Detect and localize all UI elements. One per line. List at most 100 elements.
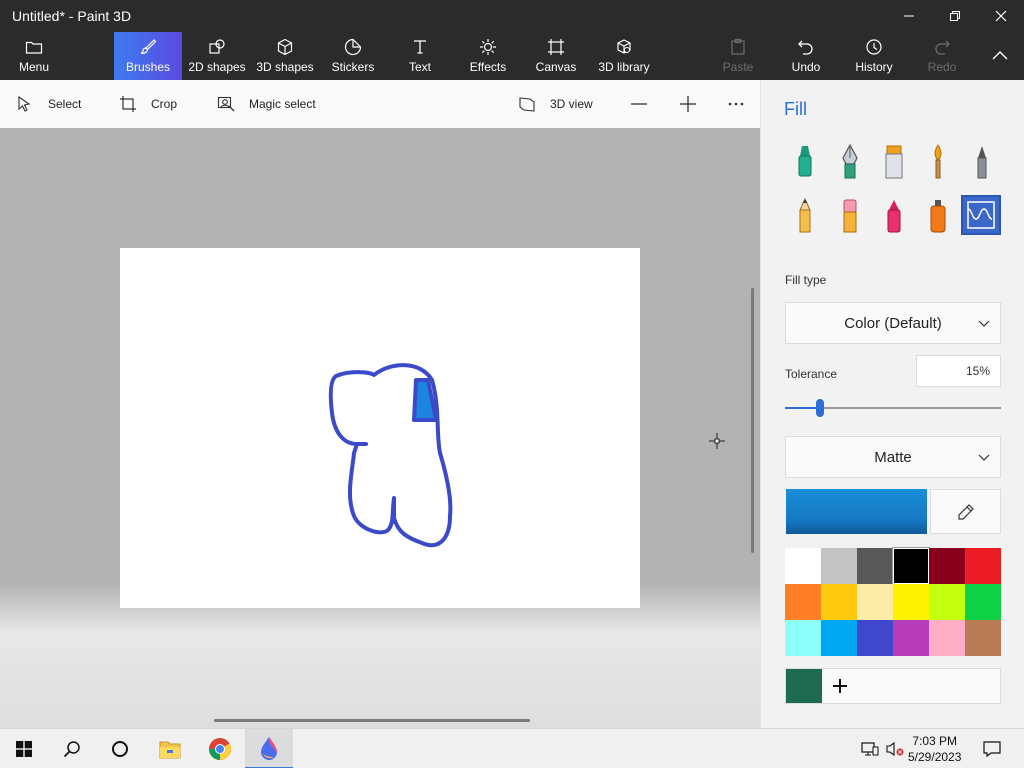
chrome-taskbar-app[interactable] (196, 729, 244, 768)
tolerance-slider-thumb[interactable] (815, 399, 824, 417)
close-button[interactable] (978, 0, 1024, 32)
3d-library-tab[interactable]: 3D library (594, 32, 654, 80)
paint-3d-taskbar-app[interactable] (245, 729, 293, 768)
tolerance-label: Tolerance (785, 367, 838, 381)
crop-label: Crop (151, 97, 178, 111)
pencil-brush[interactable] (785, 196, 825, 236)
text-tab[interactable]: Text (398, 32, 442, 80)
color-swatch[interactable] (893, 620, 929, 656)
clock-time: 7:03 PM (912, 734, 958, 748)
color-swatch[interactable] (821, 620, 857, 656)
spray-can-brush[interactable] (918, 196, 958, 236)
select-tool[interactable]: Select (16, 80, 81, 128)
color-swatch[interactable] (892, 547, 930, 585)
zoom-out-button[interactable] (630, 80, 662, 128)
collapse-ribbon-button[interactable] (980, 32, 1020, 80)
zoom-in-button[interactable] (679, 80, 711, 128)
custom-color-swatch[interactable] (786, 669, 822, 703)
color-swatch[interactable] (857, 584, 893, 620)
history-button[interactable]: History (850, 32, 898, 80)
stickers-label: Stickers (331, 60, 375, 74)
finish-value: Matte (874, 448, 912, 466)
pixel-pen-brush[interactable] (962, 142, 1002, 182)
color-swatch[interactable] (965, 548, 1001, 584)
brushes-tab[interactable]: Brushes (114, 32, 182, 80)
finish-dropdown[interactable]: Matte (785, 436, 1001, 478)
fill-type-dropdown[interactable]: Color (Default) (785, 302, 1001, 344)
canvas-tab[interactable]: Canvas (532, 32, 580, 80)
calligraphy-pen-brush[interactable] (830, 142, 870, 182)
crop-tool[interactable]: Crop (119, 80, 177, 128)
eyedropper-icon (957, 503, 974, 520)
magic-select-tool[interactable]: Magic select (217, 80, 316, 128)
color-swatch[interactable] (821, 584, 857, 620)
more-options-button[interactable] (727, 80, 759, 128)
more-icon (728, 102, 744, 106)
minimize-icon (904, 15, 914, 17)
color-palette (785, 547, 1001, 656)
effects-tab[interactable]: Effects (464, 32, 512, 80)
move-cursor-icon (709, 433, 725, 449)
fill-bucket-brush[interactable] (961, 195, 1001, 235)
workspace[interactable] (0, 128, 760, 728)
minimize-button[interactable] (886, 0, 932, 32)
fill-type-value: Color (Default) (844, 314, 942, 332)
chevron-down-icon (978, 454, 990, 461)
pixel-pen-icon (977, 146, 987, 179)
oil-brush[interactable] (874, 142, 914, 182)
color-swatch[interactable] (785, 584, 821, 620)
vertical-scrollbar[interactable] (751, 288, 754, 553)
canvas-label: Canvas (535, 60, 577, 74)
3d-library-label: 3D library (598, 60, 650, 74)
crayon-brush[interactable] (874, 196, 914, 236)
windows-icon (16, 741, 32, 757)
plus-icon (680, 96, 696, 112)
drawing-canvas[interactable] (120, 248, 640, 608)
cortana-button[interactable] (96, 729, 144, 768)
color-swatch[interactable] (785, 620, 821, 656)
color-swatch[interactable] (821, 548, 857, 584)
restore-button[interactable] (932, 0, 978, 32)
notification-icon (983, 741, 1001, 757)
volume-tray-button[interactable] (880, 729, 910, 768)
3d-shapes-tab[interactable]: 3D shapes (254, 32, 316, 80)
color-swatch[interactable] (965, 584, 1001, 620)
color-swatch[interactable] (857, 548, 893, 584)
notifications-button[interactable] (970, 729, 1014, 768)
marker-brush[interactable] (785, 142, 825, 182)
add-color-icon[interactable] (830, 676, 850, 696)
taskbar-clock[interactable]: 7:03 PM 5/29/2023 (908, 733, 961, 765)
tolerance-input[interactable]: 15% (916, 355, 1001, 387)
3d-view-toggle[interactable]: 3D view (518, 80, 593, 128)
start-button[interactable] (0, 729, 48, 768)
eraser-brush[interactable] (830, 196, 870, 236)
brushes-label: Brushes (125, 60, 171, 74)
tolerance-slider[interactable] (785, 399, 1001, 417)
paste-button[interactable]: Paste (716, 32, 760, 80)
color-swatch[interactable] (857, 620, 893, 656)
stickers-tab[interactable]: Stickers (326, 32, 380, 80)
text-label: Text (408, 60, 431, 74)
calligraphy-pen-icon (842, 144, 858, 179)
undo-label: Undo (791, 60, 821, 74)
paste-label: Paste (722, 60, 754, 74)
redo-button[interactable]: Redo (920, 32, 964, 80)
file-explorer-taskbar-app[interactable] (146, 729, 194, 768)
color-swatch[interactable] (929, 548, 965, 584)
watercolor-brush[interactable] (918, 142, 958, 182)
menu-button[interactable]: Menu (8, 32, 60, 80)
magic-select-label: Magic select (249, 97, 316, 111)
2d-shapes-tab[interactable]: 2D shapes (186, 32, 248, 80)
current-color-swatch[interactable] (786, 489, 927, 534)
color-swatch[interactable] (965, 620, 1001, 656)
color-swatch[interactable] (893, 584, 929, 620)
eyedropper-button[interactable] (930, 489, 1001, 534)
color-swatch[interactable] (929, 620, 965, 656)
undo-button[interactable]: Undo (784, 32, 828, 80)
color-swatch[interactable] (929, 584, 965, 620)
color-swatch[interactable] (785, 548, 821, 584)
watercolor-icon (934, 144, 942, 179)
horizontal-scrollbar[interactable] (214, 719, 530, 722)
spray-can-icon (930, 200, 946, 233)
search-button[interactable] (48, 729, 96, 768)
